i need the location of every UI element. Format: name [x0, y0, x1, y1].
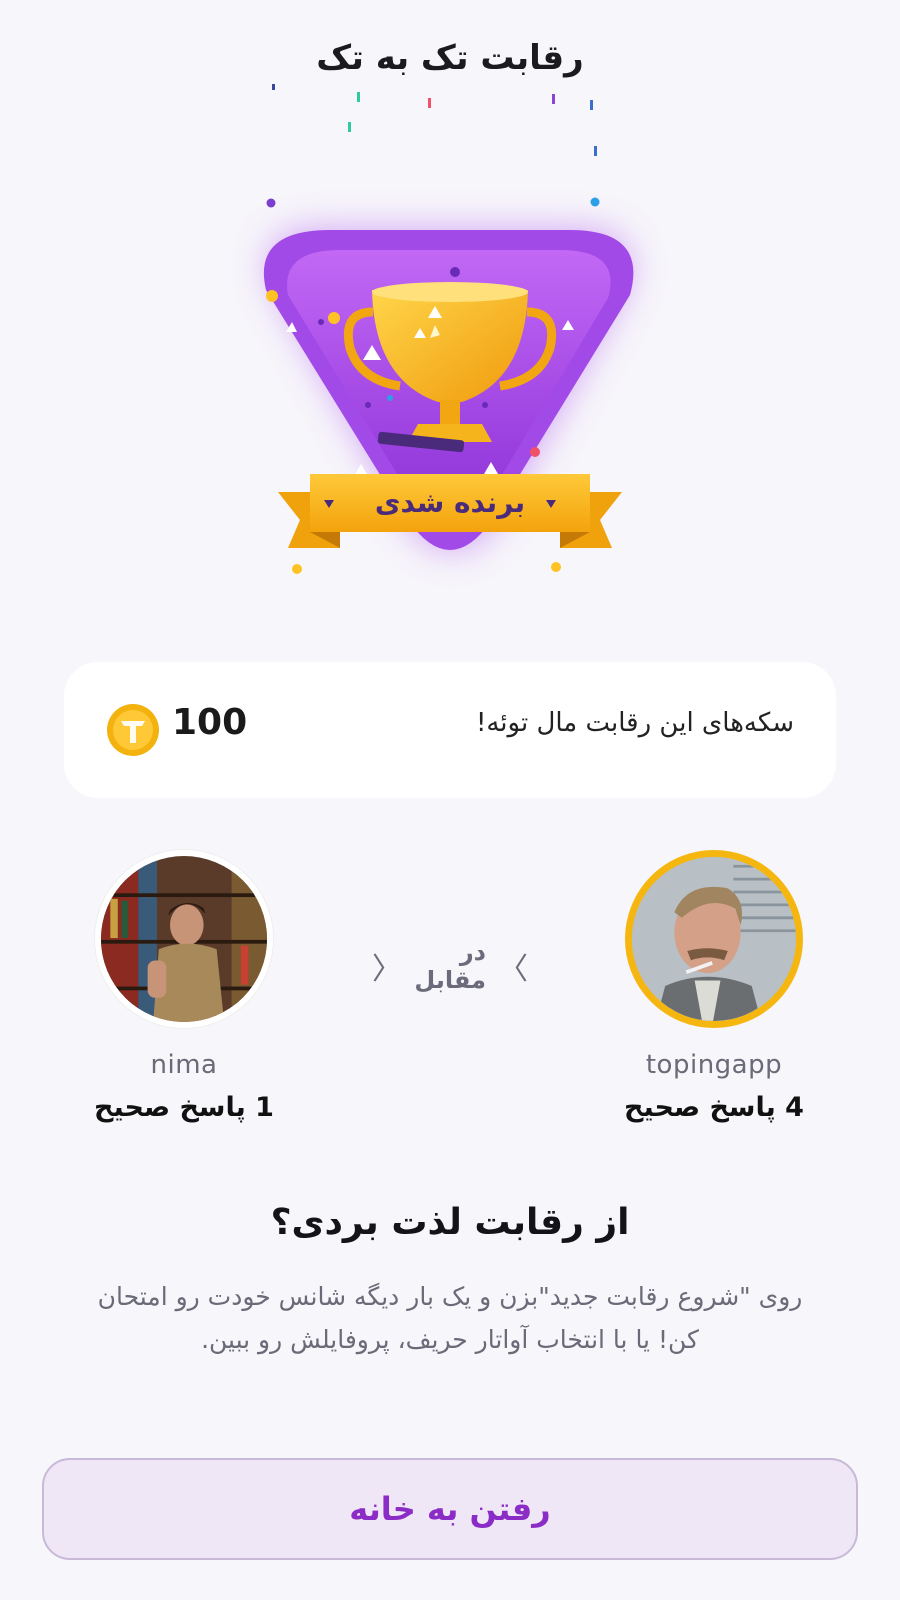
- versus-label: 〉 در مقابل 〈: [360, 938, 540, 994]
- go-home-button[interactable]: رفتن به خانه: [42, 1458, 858, 1560]
- ribbon-label: برنده شدی: [375, 486, 525, 519]
- opponent-name: nima: [150, 1050, 218, 1080]
- chevron-left-icon: 〈: [372, 952, 402, 987]
- winner-avatar[interactable]: [625, 850, 803, 1028]
- versus-text: در مقابل: [414, 938, 486, 994]
- enjoy-description: روی "شروع رقابت جدید"بزن و یک بار دیگه ش…: [97, 1282, 803, 1354]
- winner-player[interactable]: topingapp 4 پاسخ صحیح: [614, 850, 814, 1123]
- winner-badge: برنده شدی: [230, 80, 670, 600]
- opponent-player[interactable]: nima 1 پاسخ صحیح: [84, 850, 284, 1123]
- winner-avatar-image: [632, 857, 796, 1021]
- chevron-right-icon: 〉: [498, 952, 528, 987]
- opponent-avatar[interactable]: [95, 850, 273, 1028]
- coin-icon: [107, 704, 159, 756]
- coin-amount: 100: [172, 702, 248, 743]
- enjoy-question-heading: از رقابت لذت بردی؟: [270, 1202, 630, 1243]
- opponent-avatar-image: [101, 856, 267, 1022]
- opponent-score: 1 پاسخ صحیح: [94, 1092, 274, 1123]
- coin-reward-message: سکه‌های این رقابت مال توئه!: [475, 708, 794, 738]
- page-title: رقابت تک به تک: [316, 38, 584, 78]
- trophy-badge-illustration: برنده شدی: [263, 84, 634, 574]
- winner-name: topingapp: [645, 1050, 783, 1080]
- coin-reward-card: سکه‌های این رقابت مال توئه! 100: [64, 662, 836, 798]
- winner-score: 4 پاسخ صحیح: [624, 1092, 804, 1123]
